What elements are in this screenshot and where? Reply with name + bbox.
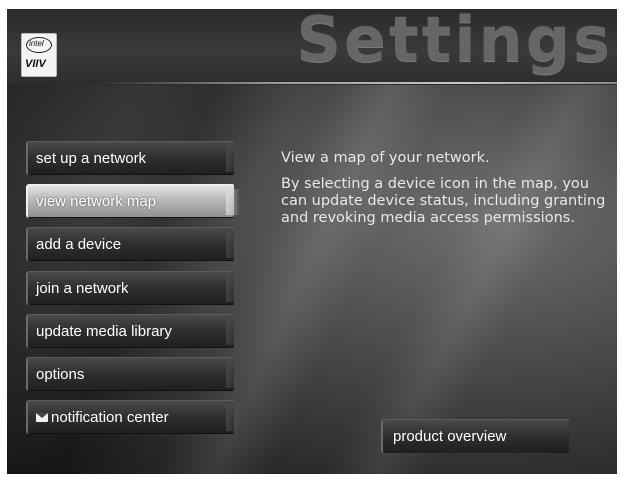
settings-screen: Settings intel VIIV set up a network vie… — [7, 9, 617, 474]
menu-item-notification-center[interactable]: notification center — [26, 400, 240, 434]
menu-item-add-device[interactable]: add a device — [26, 227, 240, 261]
envelope-icon — [36, 413, 48, 422]
description-panel: View a map of your network. By selecting… — [281, 149, 617, 227]
page-title: Settings — [296, 9, 613, 76]
intel-viiv-logo: intel VIIV — [21, 33, 57, 77]
menu-item-update-media-library[interactable]: update media library — [26, 314, 240, 348]
menu-item-label: notification center — [51, 409, 169, 426]
menu-item-label: options — [36, 366, 85, 383]
menu-item-options[interactable]: options — [26, 357, 240, 391]
description-title: View a map of your network. — [281, 150, 490, 166]
menu-item-label: join a network — [36, 280, 129, 297]
menu-item-label: view network map — [36, 193, 157, 210]
menu-item-set-up-network[interactable]: set up a network — [26, 141, 240, 175]
product-overview-button[interactable]: product overview — [381, 419, 569, 453]
product-overview-label: product overview — [393, 428, 507, 445]
menu-item-join-network[interactable]: join a network — [26, 271, 240, 305]
description-body: By selecting a device icon in the map, y… — [281, 176, 606, 226]
menu-item-view-network-map[interactable]: view network map — [26, 184, 240, 218]
menu-item-label: add a device — [36, 236, 122, 253]
header-divider — [95, 82, 617, 84]
menu-item-label: set up a network — [36, 150, 147, 167]
logo-mark: VIIV — [25, 58, 46, 70]
menu-item-label: update media library — [36, 323, 172, 340]
logo-brand: intel — [29, 39, 44, 48]
